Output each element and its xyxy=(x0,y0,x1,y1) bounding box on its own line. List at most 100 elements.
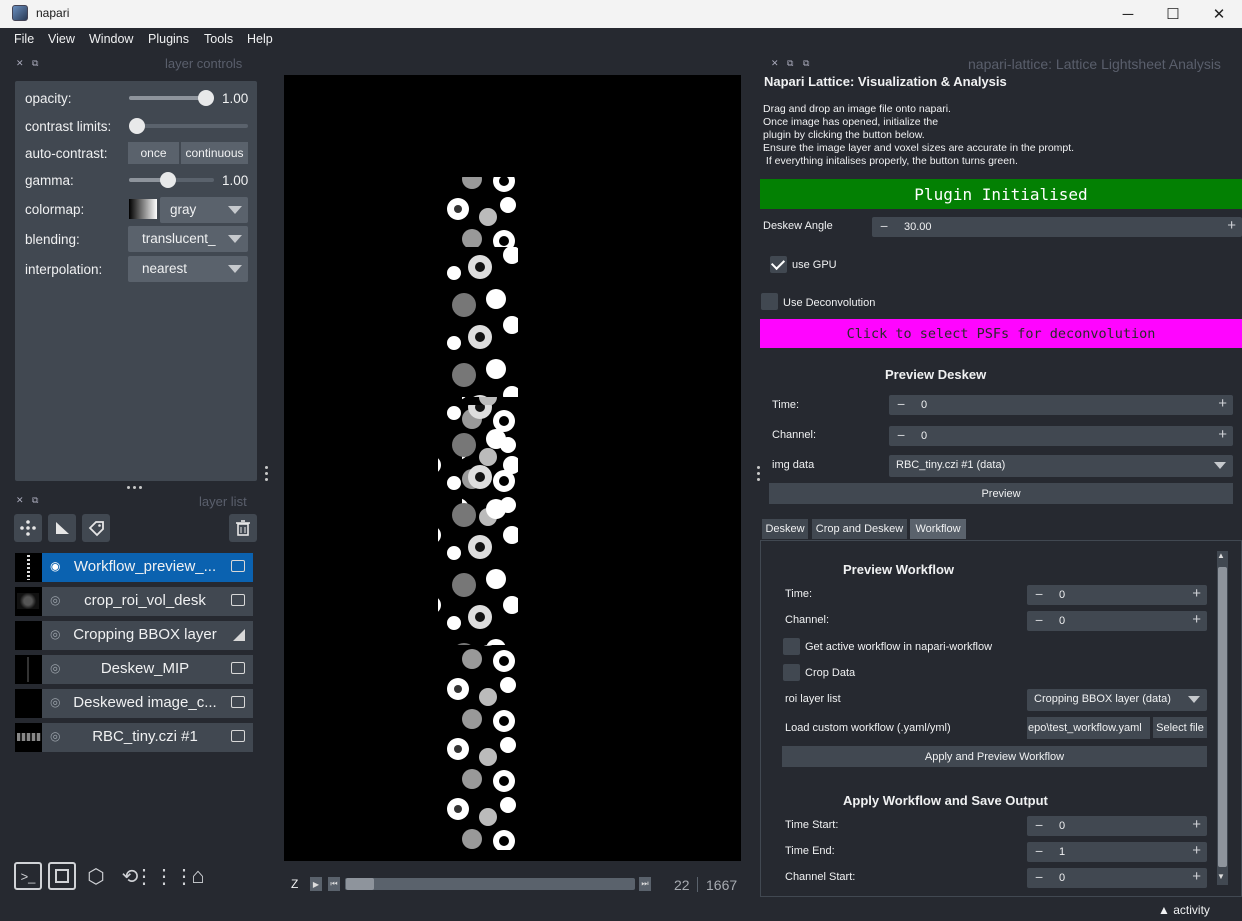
ndisplay-button[interactable] xyxy=(48,862,76,890)
layer-name[interactable]: Workflow_preview_... xyxy=(65,558,225,575)
channel-start-spinbox[interactable]: − 0 + xyxy=(1027,868,1207,888)
dock-float-icon[interactable]: ⧉ xyxy=(787,58,793,69)
step-forward-button[interactable]: ⏭ xyxy=(639,877,651,891)
blending-select[interactable]: translucent_ xyxy=(128,226,248,252)
select-file-button[interactable]: Select file xyxy=(1153,717,1207,738)
channel-spinbox[interactable]: − 0 + xyxy=(889,426,1233,446)
gamma-value[interactable]: 1.00 xyxy=(222,173,248,188)
deskew-angle-value[interactable]: 30.00 xyxy=(904,221,932,233)
menu-tools[interactable]: Tools xyxy=(204,32,233,46)
workflow-scrollbar-handle[interactable] xyxy=(1218,567,1227,867)
minus-icon[interactable]: − xyxy=(1035,869,1043,885)
dock-float-icon[interactable]: ⧉ xyxy=(803,58,809,69)
apply-preview-workflow-button[interactable]: Apply and Preview Workflow xyxy=(782,746,1207,767)
plus-icon[interactable]: + xyxy=(1192,816,1201,833)
new-shapes-layer-button[interactable] xyxy=(48,514,76,542)
gamma-slider-handle[interactable] xyxy=(160,172,176,188)
plus-icon[interactable]: + xyxy=(1218,426,1227,443)
roi-layer-select[interactable]: Cropping BBOX layer (data) xyxy=(1027,689,1207,711)
play-button[interactable]: ▶ xyxy=(310,877,322,891)
minus-icon[interactable]: − xyxy=(1035,612,1043,628)
menu-help[interactable]: Help xyxy=(247,32,273,46)
dims-slider-handle[interactable] xyxy=(346,878,374,890)
delete-layer-button[interactable] xyxy=(229,514,257,542)
workflow-channel-value[interactable]: 0 xyxy=(1059,615,1065,627)
menu-plugins[interactable]: Plugins xyxy=(148,32,189,46)
left-dock-resize-handle[interactable] xyxy=(265,466,268,481)
layer-name[interactable]: RBC_tiny.czi #1 xyxy=(65,728,225,745)
eye-off-icon[interactable]: ◎ xyxy=(50,695,60,709)
layer-name[interactable]: Deskew_MIP xyxy=(65,660,225,677)
right-dock-resize-handle[interactable] xyxy=(757,466,760,481)
select-psf-button[interactable]: Click to select PSFs for deconvolution xyxy=(760,319,1242,348)
scroll-down-icon[interactable]: ▼ xyxy=(1217,872,1225,881)
minus-icon[interactable]: − xyxy=(897,396,905,412)
minimize-button[interactable]: ─ xyxy=(1105,0,1151,28)
deskew-angle-spinbox[interactable]: − 30.00 + xyxy=(872,217,1242,237)
maximize-button[interactable]: ☐ xyxy=(1150,0,1196,28)
dock-float-icon[interactable]: ⧉ xyxy=(32,495,38,506)
img-data-select[interactable]: RBC_tiny.czi #1 (data) xyxy=(889,455,1233,477)
eye-off-icon[interactable]: ◎ xyxy=(50,627,60,641)
new-points-layer-button[interactable] xyxy=(14,514,42,542)
tab-crop-and-deskew[interactable]: Crop and Deskew xyxy=(812,519,907,539)
get-active-workflow-checkbox[interactable] xyxy=(783,638,800,655)
colormap-select[interactable]: gray xyxy=(160,197,248,223)
close-button[interactable]: ✕ xyxy=(1196,0,1242,28)
plus-icon[interactable]: + xyxy=(1218,395,1227,412)
opacity-value[interactable]: 1.00 xyxy=(222,91,248,106)
console-button[interactable]: >_ xyxy=(14,862,42,890)
channel-start-value[interactable]: 0 xyxy=(1059,872,1065,884)
eye-off-icon[interactable]: ◎ xyxy=(50,661,60,675)
contrast-limits-handle[interactable] xyxy=(129,118,145,134)
use-gpu-checkbox[interactable] xyxy=(770,256,787,273)
plus-icon[interactable]: + xyxy=(1192,842,1201,859)
dock-close-icon[interactable]: ✕ xyxy=(16,58,24,69)
contrast-limits-slider[interactable] xyxy=(131,124,248,128)
dock-close-icon[interactable]: ✕ xyxy=(16,495,24,506)
auto-contrast-once-button[interactable]: once xyxy=(128,142,179,164)
menu-file[interactable]: File xyxy=(14,32,34,46)
opacity-slider-handle[interactable] xyxy=(198,90,214,106)
time-end-spinbox[interactable]: − 1 + xyxy=(1027,842,1207,862)
layer-item[interactable]: ◎ Cropping BBOX layer xyxy=(15,621,253,650)
layer-item[interactable]: ◎ RBC_tiny.czi #1 xyxy=(15,723,253,752)
dock-float-icon[interactable]: ⧉ xyxy=(32,58,38,69)
plus-icon[interactable]: + xyxy=(1192,611,1201,628)
viewer-canvas[interactable] xyxy=(284,75,741,861)
workflow-channel-spinbox[interactable]: − 0 + xyxy=(1027,611,1207,631)
activity-button[interactable]: ▲ activity xyxy=(1158,903,1210,917)
time-start-value[interactable]: 0 xyxy=(1059,820,1065,832)
minus-icon[interactable]: − xyxy=(1035,843,1043,859)
crop-data-checkbox[interactable] xyxy=(783,664,800,681)
plus-icon[interactable]: + xyxy=(1192,585,1201,602)
time-spinbox[interactable]: − 0 + xyxy=(889,395,1233,415)
minus-icon[interactable]: − xyxy=(1035,817,1043,833)
time-end-value[interactable]: 1 xyxy=(1059,846,1065,858)
menu-window[interactable]: Window xyxy=(89,32,133,46)
menu-view[interactable]: View xyxy=(48,32,75,46)
workflow-time-spinbox[interactable]: − 0 + xyxy=(1027,585,1207,605)
step-back-button[interactable]: ⏮ xyxy=(328,877,340,891)
time-start-spinbox[interactable]: − 0 + xyxy=(1027,816,1207,836)
tab-workflow[interactable]: Workflow xyxy=(910,519,966,539)
dims-slider[interactable] xyxy=(345,878,635,890)
layer-item[interactable]: ◎ Deskew_MIP xyxy=(15,655,253,684)
dims-current-index[interactable]: 22 xyxy=(674,877,690,893)
channel-value[interactable]: 0 xyxy=(921,430,927,442)
interpolation-select[interactable]: nearest xyxy=(128,256,248,282)
layer-item[interactable]: ◎ Deskewed image_c... xyxy=(15,689,253,718)
eye-icon[interactable]: ◉ xyxy=(50,559,60,573)
minus-icon[interactable]: − xyxy=(897,427,905,443)
plus-icon[interactable]: + xyxy=(1227,217,1236,234)
dims-axis-label[interactable]: Z xyxy=(291,877,298,891)
dock-close-icon[interactable]: ✕ xyxy=(771,58,779,69)
grid-button[interactable]: ⋮⋮⋮ xyxy=(134,862,194,890)
auto-contrast-continuous-button[interactable]: continuous xyxy=(181,142,248,164)
minus-icon[interactable]: − xyxy=(880,218,888,234)
dock-splitter-handle[interactable] xyxy=(127,486,142,489)
minus-icon[interactable]: − xyxy=(1035,586,1043,602)
roll-dims-button[interactable]: ⬡ xyxy=(82,862,110,890)
layer-name[interactable]: Deskewed image_c... xyxy=(65,694,225,711)
layer-name[interactable]: crop_roi_vol_desk xyxy=(65,592,225,609)
